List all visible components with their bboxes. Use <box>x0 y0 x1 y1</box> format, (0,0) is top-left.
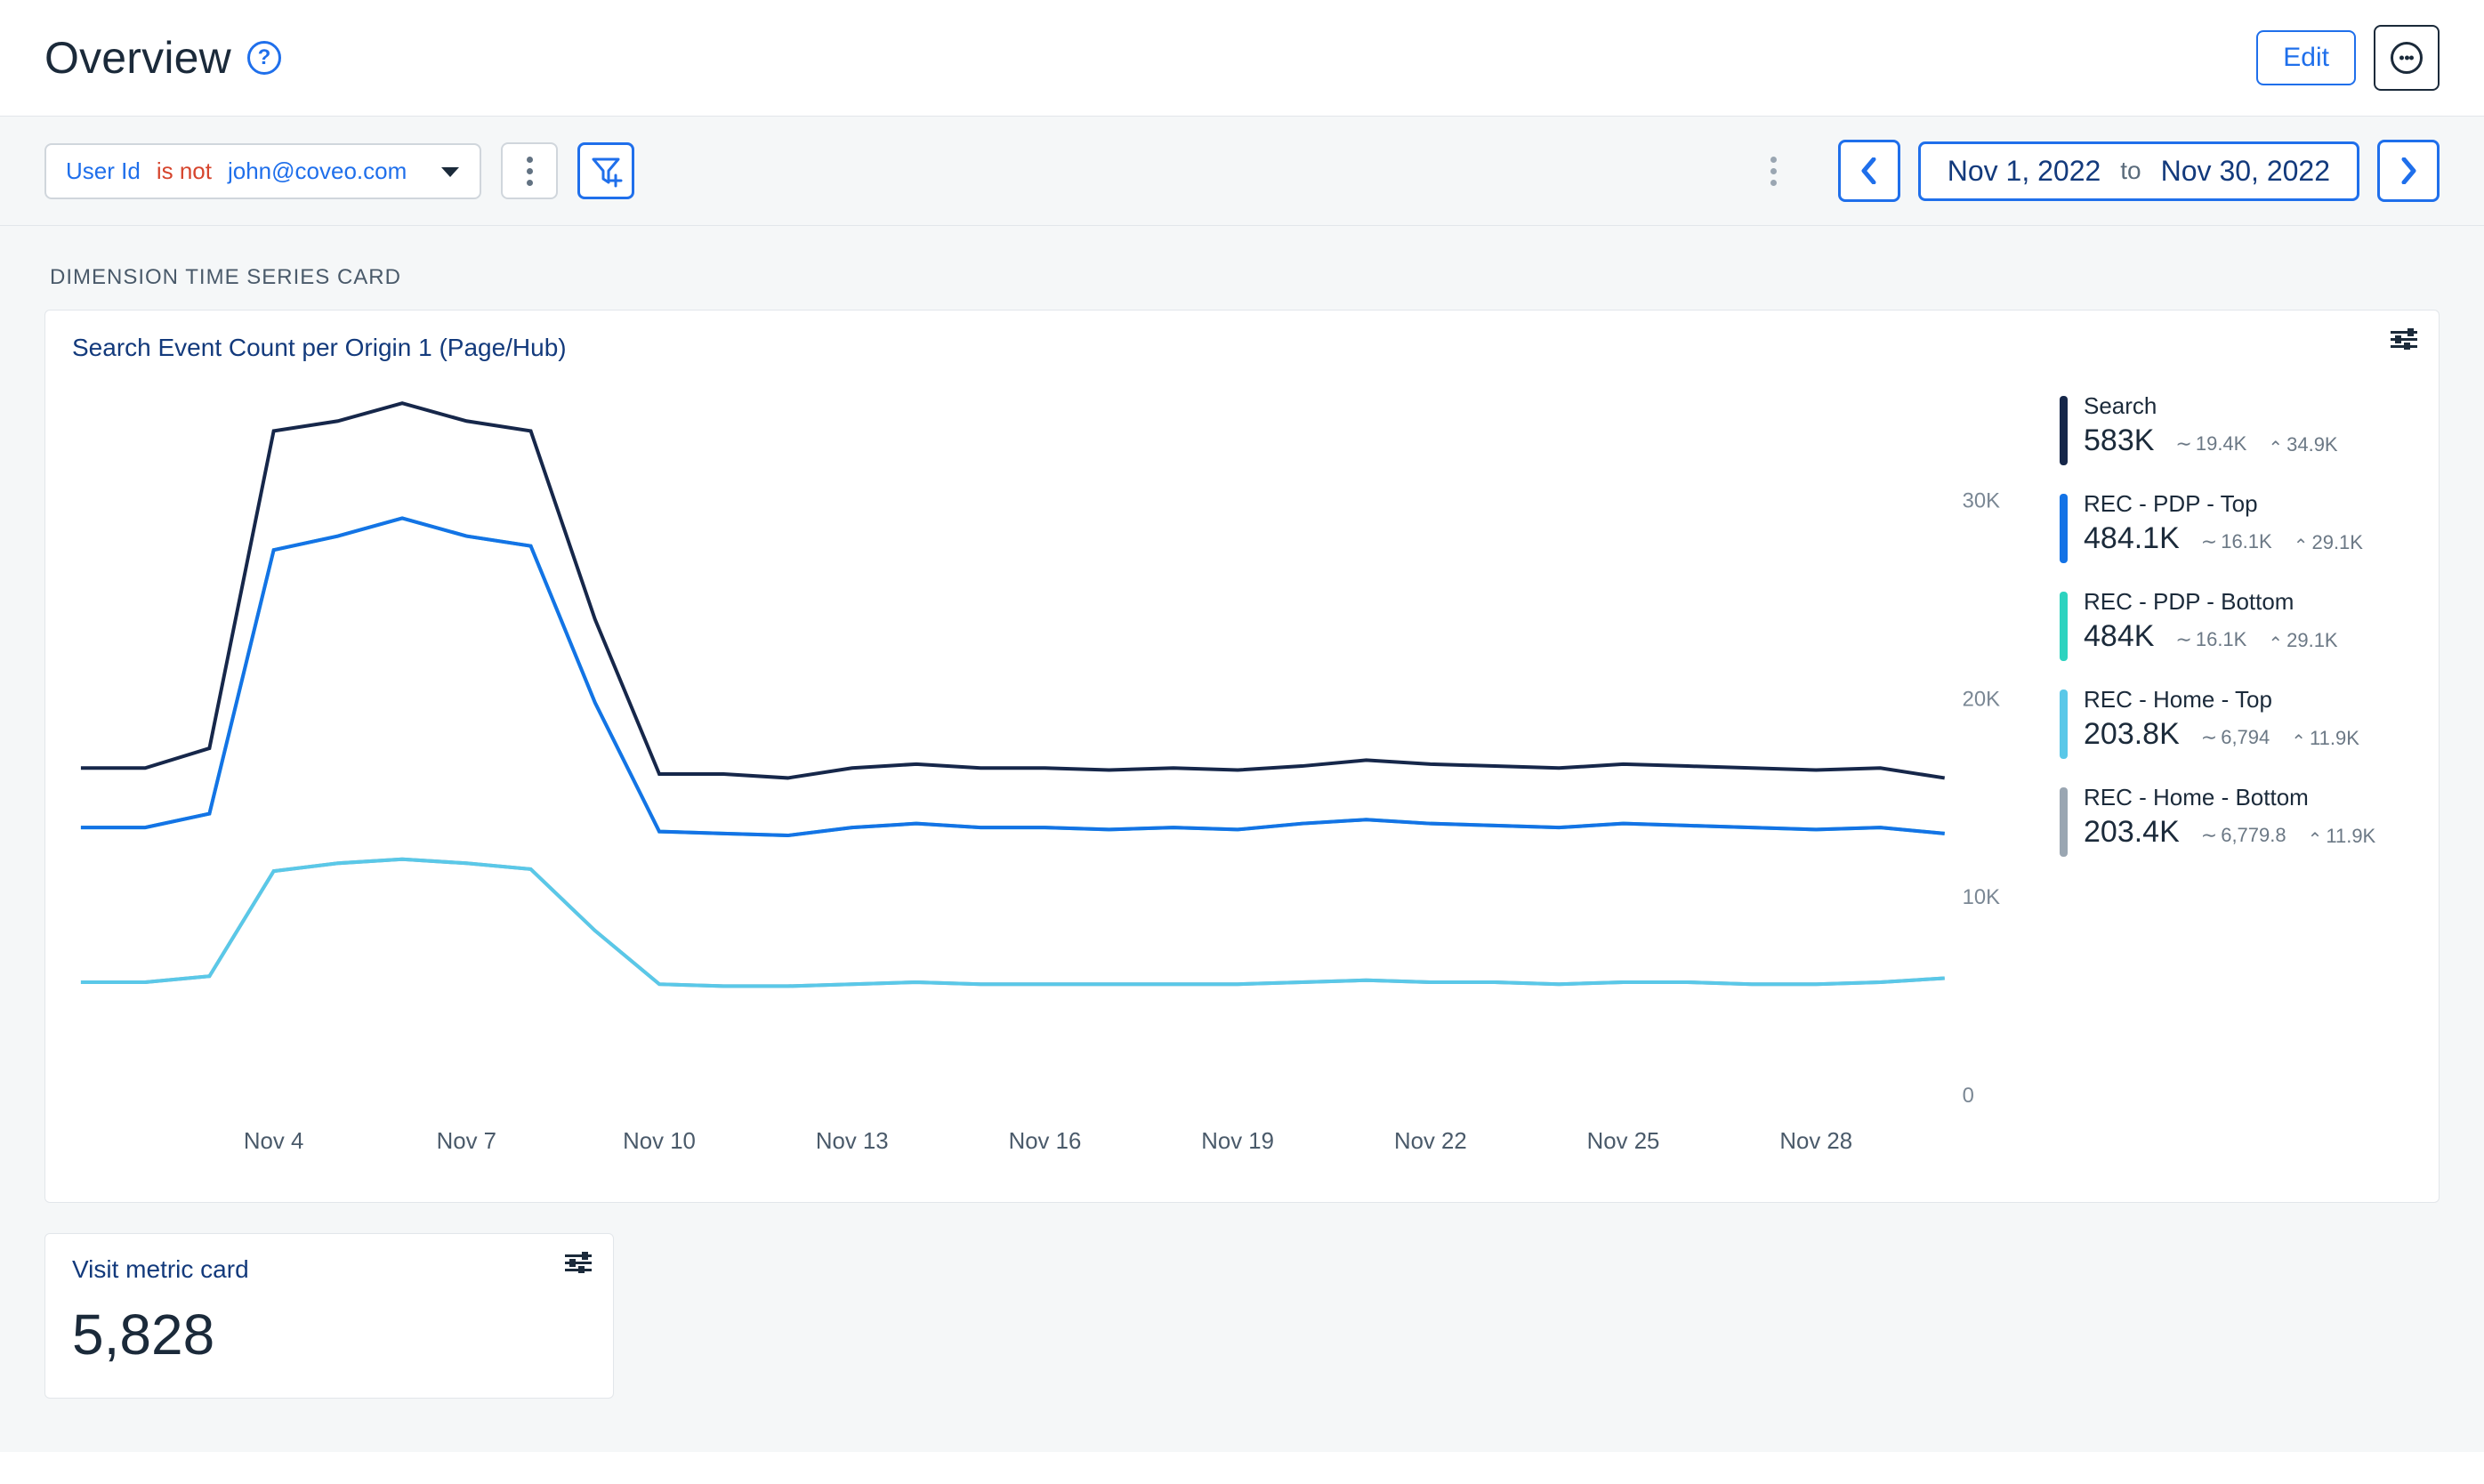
legend-series-total: 583K <box>2084 423 2154 458</box>
section-label: DIMENSION TIME SERIES CARD <box>44 244 2440 310</box>
legend-series-name: REC - PDP - Bottom <box>2084 588 2338 616</box>
toolbar-menu-button[interactable] <box>1746 142 1803 199</box>
legend-series-avg: 16.1K <box>2175 628 2246 651</box>
legend-swatch <box>2060 690 2068 759</box>
svg-text:Nov 25: Nov 25 <box>1587 1129 1660 1154</box>
more-vertical-icon <box>1770 157 1777 186</box>
legend-swatch <box>2060 494 2068 563</box>
toolbar-left: User Id is not john@coveo.com <box>44 142 634 199</box>
chart-legend: Search 583K 19.4K 34.9K REC - PDP - Top 484.1… <box>2060 392 2415 1175</box>
filter-value: john@coveo.com <box>228 157 407 185</box>
svg-text:20K: 20K <box>1963 687 2000 711</box>
svg-text:10K: 10K <box>1963 885 2000 909</box>
legend-series-name: REC - PDP - Top <box>2084 490 2363 518</box>
metric-card-title: Visit metric card <box>72 1255 586 1284</box>
legend-series-avg: 6,779.8 <box>2201 824 2286 847</box>
legend-series-max: 34.9K <box>2268 433 2337 456</box>
legend-series-total: 484K <box>2084 619 2154 654</box>
legend-series-total: 484.1K <box>2084 521 2180 556</box>
legend-item[interactable]: REC - PDP - Bottom 484K 16.1K 29.1K <box>2060 588 2415 661</box>
svg-text:Nov 28: Nov 28 <box>1779 1129 1852 1154</box>
date-to-label: to <box>2120 157 2141 185</box>
svg-text:0: 0 <box>1963 1084 1974 1108</box>
legend-series-max: 11.9K <box>2291 727 2359 750</box>
date-prev-button[interactable] <box>1838 140 1900 202</box>
svg-text:Nov 4: Nov 4 <box>244 1129 303 1154</box>
filter-chip-menu-button[interactable] <box>501 142 558 199</box>
body-area: DIMENSION TIME SERIES CARD Search Event … <box>0 226 2484 1452</box>
visit-metric-card: Visit metric card 5,828 <box>44 1233 614 1399</box>
card-settings-button[interactable] <box>2391 328 2417 350</box>
svg-text:Nov 16: Nov 16 <box>1009 1129 1082 1154</box>
legend-series-avg: 6,794 <box>2201 726 2270 749</box>
chevron-down-icon <box>440 157 460 185</box>
svg-text:Nov 7: Nov 7 <box>437 1129 496 1154</box>
legend-series-avg: 16.1K <box>2201 530 2272 553</box>
legend-series-total: 203.4K <box>2084 815 2180 850</box>
more-horizontal-icon <box>2391 43 2422 73</box>
legend-series-name: Search <box>2084 392 2338 420</box>
legend-series-avg: 19.4K <box>2175 432 2246 456</box>
help-icon[interactable]: ? <box>247 41 281 75</box>
header-right: Edit <box>2256 25 2440 91</box>
date-next-button[interactable] <box>2377 140 2440 202</box>
legend-swatch <box>2060 787 2068 857</box>
time-series-card: Search Event Count per Origin 1 (Page/Hu… <box>44 310 2440 1203</box>
filter-chip[interactable]: User Id is not john@coveo.com <box>44 143 481 199</box>
svg-text:Nov 22: Nov 22 <box>1394 1129 1467 1154</box>
legend-series-name: REC - Home - Top <box>2084 686 2359 714</box>
filter-field: User Id <box>66 157 141 185</box>
filter-operator: is not <box>157 157 212 185</box>
toolbar-right: Nov 1, 2022 to Nov 30, 2022 <box>1838 140 2440 202</box>
page-header: Overview ? Edit <box>0 0 2484 116</box>
card-settings-button[interactable] <box>565 1252 592 1273</box>
filter-toolbar: User Id is not john@coveo.com <box>0 116 2484 226</box>
card-more-button[interactable] <box>2374 25 2440 91</box>
legend-swatch <box>2060 396 2068 465</box>
more-vertical-icon <box>527 157 533 186</box>
add-filter-button[interactable] <box>577 142 634 199</box>
legend-item[interactable]: REC - Home - Bottom 203.4K 6,779.8 11.9K <box>2060 784 2415 857</box>
legend-item[interactable]: REC - Home - Top 203.8K 6,794 11.9K <box>2060 686 2415 759</box>
legend-series-max: 29.1K <box>2294 531 2363 554</box>
legend-swatch <box>2060 592 2068 661</box>
svg-text:Nov 10: Nov 10 <box>623 1129 696 1154</box>
legend-series-max: 11.9K <box>2308 825 2376 848</box>
legend-series-max: 29.1K <box>2268 629 2337 652</box>
filter-add-icon <box>591 156 621 186</box>
svg-text:30K: 30K <box>1963 488 2000 512</box>
legend-series-total: 203.8K <box>2084 717 2180 752</box>
page-title: Overview <box>44 32 231 84</box>
svg-text:Nov 13: Nov 13 <box>816 1129 889 1154</box>
header-left: Overview ? <box>44 32 281 84</box>
legend-item[interactable]: Search 583K 19.4K 34.9K <box>2060 392 2415 465</box>
time-series-chart[interactable]: 0 10K 20K 30K Nov 4 Nov 7 Nov 10 Nov 13 Nov 16 No… <box>72 392 2033 1175</box>
date-range-picker[interactable]: Nov 1, 2022 to Nov 30, 2022 <box>1918 141 2359 201</box>
edit-button[interactable]: Edit <box>2256 30 2356 85</box>
svg-text:Nov 19: Nov 19 <box>1201 1129 1274 1154</box>
date-start: Nov 1, 2022 <box>1948 155 2101 188</box>
legend-item[interactable]: REC - PDP - Top 484.1K 16.1K 29.1K <box>2060 490 2415 563</box>
legend-series-name: REC - Home - Bottom <box>2084 784 2375 811</box>
ts-card-title: Search Event Count per Origin 1 (Page/Hu… <box>72 334 2415 362</box>
metric-card-value: 5,828 <box>72 1302 586 1367</box>
date-end: Nov 30, 2022 <box>2161 155 2330 188</box>
